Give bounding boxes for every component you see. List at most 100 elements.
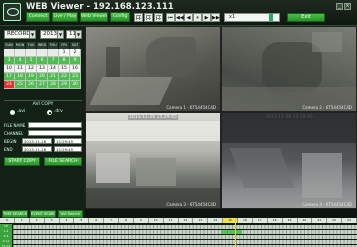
layout-9-button[interactable]	[154, 13, 163, 22]
timeline-hour[interactable]: 21	[312, 218, 328, 223]
calendar-day[interactable]: 29	[59, 81, 70, 89]
timeline-hour[interactable]: 6	[89, 218, 105, 223]
calendar-day[interactable]: 6	[37, 57, 48, 65]
calendar-day[interactable]: 14	[48, 65, 59, 73]
month-select[interactable]: 11 ▼	[66, 30, 82, 39]
layout-1-button[interactable]	[134, 13, 143, 22]
begin-date-input[interactable]: 2013-11-26	[22, 138, 52, 144]
calendar-day[interactable]: 28	[48, 81, 59, 89]
calendar-day[interactable]: 16	[70, 65, 81, 73]
calendar-day[interactable]: 13	[37, 65, 48, 73]
calendar-day[interactable]: 10	[4, 65, 15, 73]
tab-avi-search[interactable]: AVI Search	[58, 210, 83, 218]
timeline-hour[interactable]: 17	[252, 218, 268, 223]
speed-slider-handle[interactable]	[269, 14, 273, 21]
calendar-day[interactable]: 4	[15, 57, 26, 65]
calendar-day[interactable]: 19	[26, 73, 37, 81]
timeline-hour[interactable]: 7	[104, 218, 119, 223]
timeline-track[interactable]	[13, 234, 357, 239]
calendar-empty-cell	[15, 49, 26, 57]
calendar-day[interactable]: 17	[4, 73, 15, 81]
end-time-input[interactable]: 15:29:45	[54, 146, 82, 152]
calendar-day[interactable]: 9	[70, 57, 81, 65]
timeline-track[interactable]	[13, 239, 357, 244]
year-select[interactable]: 2013 ▼	[40, 30, 64, 39]
menu-config-button[interactable]: Config	[110, 12, 130, 22]
timeline-hour[interactable]: 16	[238, 218, 253, 223]
calendar-day[interactable]: 15	[59, 65, 70, 73]
layout-4-button[interactable]	[144, 13, 153, 22]
calendar-week-row: 3456789	[4, 57, 82, 65]
calendar-day[interactable]: 20	[37, 73, 48, 81]
calendar-day[interactable]: 30	[70, 81, 81, 89]
calendar-day[interactable]: 18	[15, 73, 26, 81]
play-pause-button[interactable]: ⏸	[193, 13, 202, 22]
timeline-cursor[interactable]	[235, 218, 237, 247]
begin-time-input[interactable]: 15:29:45	[54, 138, 82, 144]
timeline-hour[interactable]: 22	[327, 218, 343, 223]
timeline-hour[interactable]: 18	[267, 218, 283, 223]
timeline-hour[interactable]: 12	[178, 218, 194, 223]
timeline-hour[interactable]: 2	[29, 218, 45, 223]
tab-event-search[interactable]: EVENT SEARCH	[30, 210, 56, 218]
timeline-hour[interactable]: 10	[148, 218, 164, 223]
timeline-hour[interactable]: 9	[133, 218, 149, 223]
timeline-hour[interactable]: 5	[74, 218, 90, 223]
timeline-hour[interactable]: 20	[297, 218, 313, 223]
close-icon[interactable]: ×	[344, 3, 351, 10]
avi-format-radio[interactable]	[10, 110, 15, 115]
camera-view-2[interactable]: Camera 2 - 6T54454C4D	[221, 26, 357, 112]
end-date-input[interactable]: 2013-11-26	[22, 146, 52, 152]
calendar-day[interactable]: 3	[4, 57, 15, 65]
camera-view-4[interactable]: 2013-11-26 15:29:45 Camera 4 - 6T54454C4…	[221, 112, 357, 209]
channel-input[interactable]	[28, 130, 82, 136]
timeline-track[interactable]	[13, 229, 357, 234]
calendar-day[interactable]: 1	[59, 49, 70, 57]
calendar-day[interactable]: 12	[26, 65, 37, 73]
menu-connect-button[interactable]: Connect	[26, 12, 50, 22]
timeline-hour[interactable]: 13	[193, 218, 209, 223]
file-search-button[interactable]: FILE SEARCH	[44, 157, 82, 166]
timeline-hour[interactable]: 23	[342, 218, 357, 223]
tab-time-search[interactable]: TIME SEARCH	[2, 210, 28, 218]
start-copy-button[interactable]: START COPY	[4, 157, 40, 166]
play-reverse-button[interactable]: ◀	[184, 13, 193, 22]
camera-view-1[interactable]: Camera 1 - 6T54454C4D	[85, 26, 221, 112]
calendar-day[interactable]: 26	[26, 81, 37, 89]
calendar-day[interactable]: 22	[59, 73, 70, 81]
timeline-hour[interactable]: 14	[208, 218, 224, 223]
calendar-day[interactable]: 2	[70, 49, 81, 57]
mode-select[interactable]: RECORD ▼	[4, 30, 36, 39]
menu-live-play-button[interactable]: Live / Play	[52, 12, 78, 22]
timeline-hour[interactable]: 19	[282, 218, 298, 223]
calendar-day[interactable]: 27	[37, 81, 48, 89]
timeline[interactable]: 0 1 2 3 4 5 6 7 8 9 10 11 12 13 14 15 16 17 18 19 20 21 22 23 C…	[0, 218, 357, 247]
timeline-hour[interactable]: 4	[59, 218, 75, 223]
timeline-hour[interactable]: 11	[163, 218, 179, 223]
calendar-day[interactable]: 24	[4, 81, 15, 89]
calendar-day[interactable]: 7	[48, 57, 59, 65]
drv-format-radio[interactable]	[47, 110, 52, 115]
speed-slider[interactable]: x1	[224, 13, 280, 22]
calendar-day[interactable]: 5	[26, 57, 37, 65]
play-rewind-button[interactable]: ◀◀	[175, 13, 184, 22]
timeline-recording-segment[interactable]	[220, 229, 243, 234]
file-name-input[interactable]	[28, 122, 82, 128]
calendar-day[interactable]: 8	[59, 57, 70, 65]
play-forward-button[interactable]: ▶	[202, 13, 211, 22]
calendar-day[interactable]: 23	[70, 73, 81, 81]
timeline-track[interactable]	[13, 224, 357, 229]
exit-button[interactable]: Exit	[287, 13, 325, 22]
play-fast-forward-button[interactable]: ▶▶	[211, 13, 220, 22]
play-first-button[interactable]: ⏮	[166, 13, 175, 22]
camera-view-3[interactable]: 2013-11-26 15:29:45 Camera 3 - 6T54454C4…	[85, 112, 221, 209]
minimize-icon[interactable]: _	[336, 3, 343, 10]
timeline-hour[interactable]: 8	[119, 218, 134, 223]
timeline-hour[interactable]: 1	[14, 218, 30, 223]
timeline-hour[interactable]: 3	[44, 218, 60, 223]
menu-web-viewer-button[interactable]: Web Viewer	[80, 12, 108, 22]
calendar-day[interactable]: 11	[15, 65, 26, 73]
timeline-hour[interactable]: 0	[0, 218, 15, 223]
calendar-day[interactable]: 25	[15, 81, 26, 89]
calendar-day[interactable]: 21	[48, 73, 59, 81]
